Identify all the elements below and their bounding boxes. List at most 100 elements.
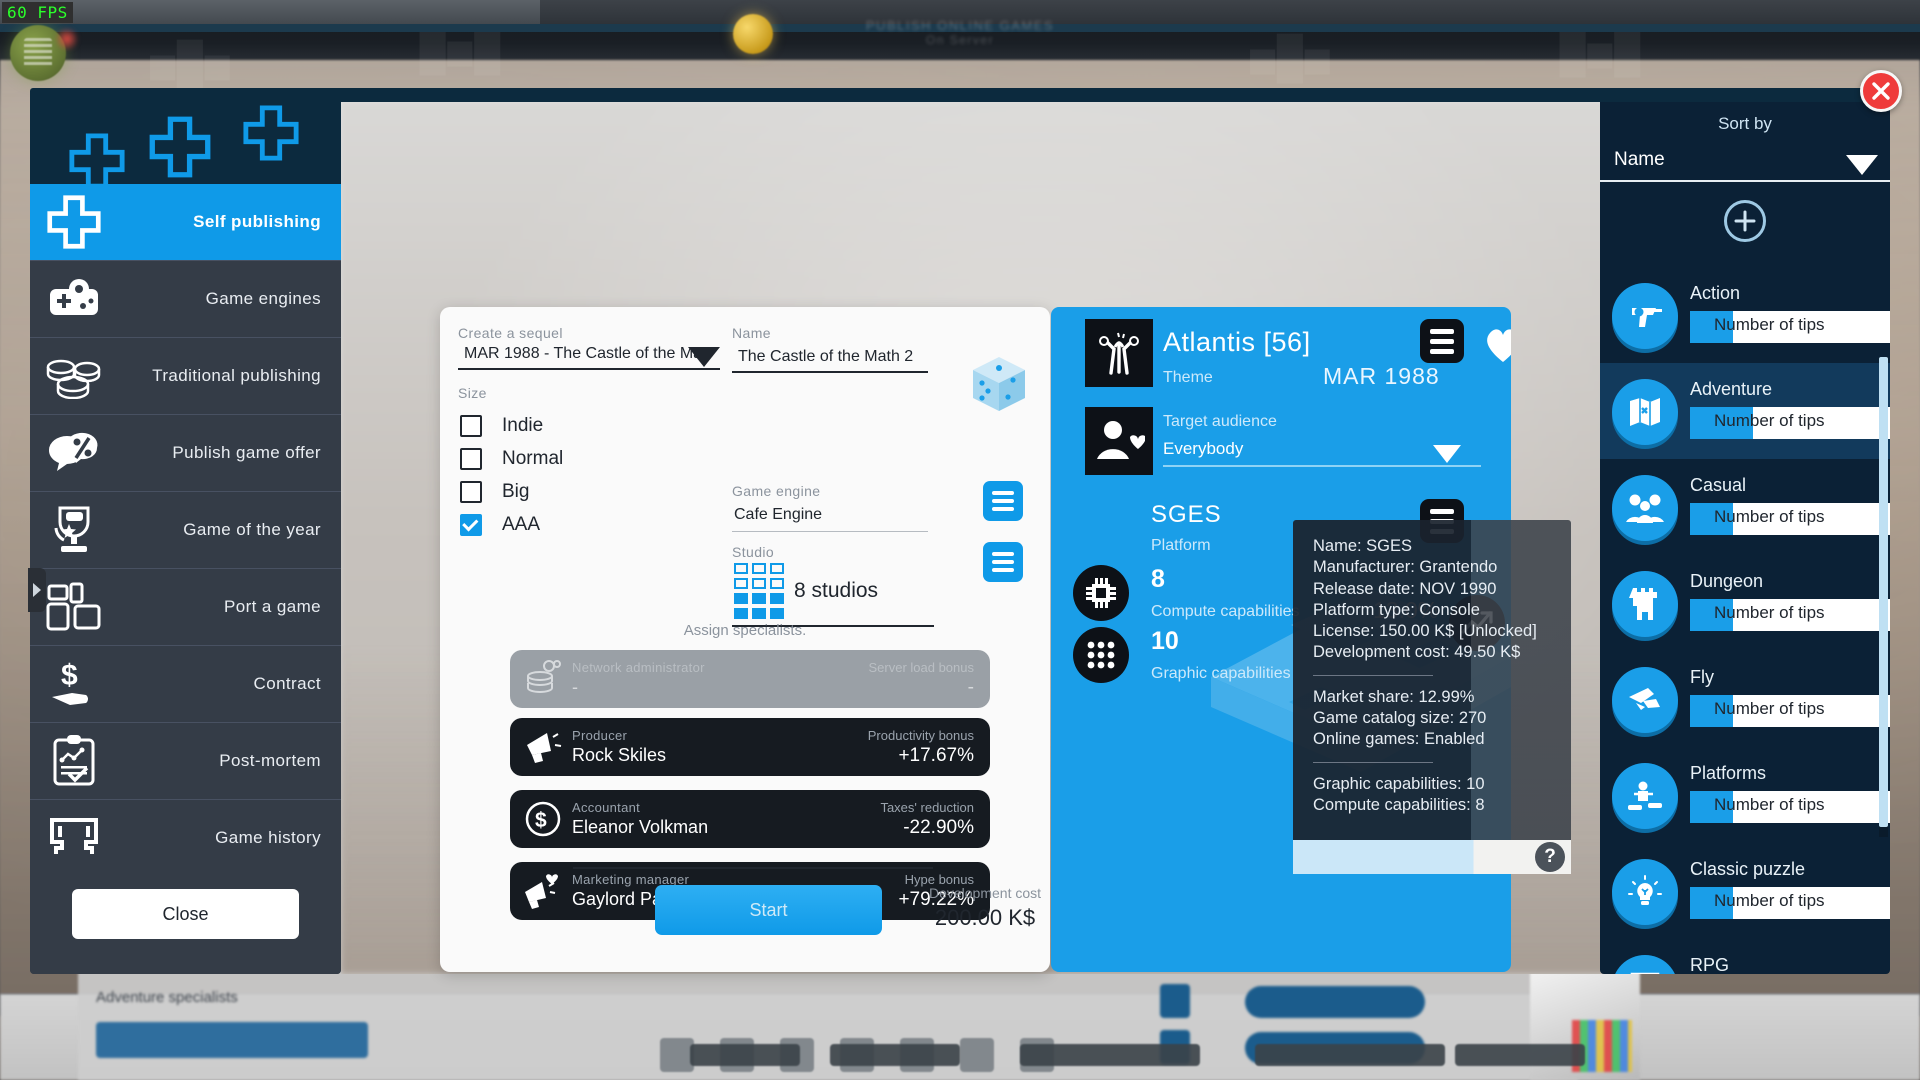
specialist-row-producer[interactable]: Producer Rock Skiles Productivity bonus … [510,718,990,776]
genre-row-action[interactable]: Action Number of tips [1600,267,1890,363]
genre-name: RPG [1690,955,1730,974]
genre-tips-bar[interactable]: Number of tips [1690,887,1890,919]
hud-icon [660,1038,694,1072]
sort-by-select[interactable]: Name [1600,143,1890,182]
sidebar-item-publish-game-offer[interactable]: Publish game offer [30,415,341,492]
favorite-heart-icon[interactable] [1483,325,1511,363]
sidebar-item-port-a-game[interactable]: Port a game [30,569,341,646]
size-option-aaa[interactable]: AAA [460,514,540,536]
hud-pill [830,1044,960,1066]
game-engine-value[interactable]: Cafe Engine [732,499,928,531]
genre-tips-bar[interactable]: Number of tips [1690,695,1890,727]
svg-text:$: $ [535,809,547,832]
genre-row-fly[interactable]: Fly Number of tips [1600,651,1890,747]
checkbox-indie[interactable] [460,415,482,437]
tooltip-line: License: 150.00 K$ [Unlocked] [1313,622,1537,641]
checkbox-aaa[interactable] [460,514,482,536]
chevron-down-icon[interactable] [1433,445,1461,463]
clipboard-icon [30,734,118,788]
specialist-info: Producer Rock Skiles [564,728,868,766]
genre-tips-bar[interactable]: Number of tips [1690,599,1890,631]
specialist-role: Producer [572,728,628,743]
hud-pill [1455,1044,1585,1066]
randomize-dice-button[interactable] [968,353,1030,415]
specialist-bonus: Productivity bonus +17.67% [868,728,974,767]
dpad-icon [69,133,125,184]
specialist-bonus-label: Productivity bonus [867,727,974,743]
studio-field[interactable]: Studio 8 studios [732,544,934,627]
development-cost-label: Development cost [928,885,1042,901]
specialist-name: Rock Skiles [572,745,667,765]
sequel-field[interactable]: Create a sequel MAR 1988 - The Castle of… [458,325,720,370]
sidebar-item-traditional-publishing[interactable]: Traditional publishing [30,338,341,415]
dpad-icon [243,105,299,161]
specialist-row-accountant[interactable]: $ Accountant Eleanor Volkman Taxes' redu… [510,790,990,848]
size-option-normal[interactable]: Normal [460,448,563,470]
menu-line [1430,338,1454,344]
tooltip-line: Name: SGES [1313,537,1413,555]
size-option-indie[interactable]: Indie [460,415,543,437]
genre-row-dungeon[interactable]: Dungeon Number of tips [1600,555,1890,651]
checkbox-big[interactable] [460,481,482,503]
specialist-info: Network administrator - [564,660,868,698]
hud-pill [690,1044,800,1066]
add-genre-button[interactable] [1724,200,1766,242]
sidebar-item-self-publishing[interactable]: Self publishing [30,184,341,261]
genre-tips-bar[interactable]: Number of tips [1690,791,1890,823]
close-modal-button[interactable] [1860,70,1902,112]
specialist-row-network-administrator[interactable]: Network administrator - Server load bonu… [510,650,990,708]
name-input[interactable]: The Castle of the Math 2 [732,341,928,371]
sidebar-item-contract[interactable]: $ Contract [30,646,341,723]
tooltip-divider [1313,674,1433,676]
size-option-big[interactable]: Big [460,481,529,503]
genre-tips-bar[interactable]: Number of tips [1690,407,1890,439]
theme-menu-button[interactable] [1420,319,1464,363]
tips-label: Number of tips [1714,315,1825,334]
collapse-panel-tab[interactable] [28,568,46,612]
close-row: Close [30,854,341,974]
tower-icon [1612,571,1678,637]
tips-label: Number of tips [1714,603,1825,622]
genre-row-rpg[interactable]: RPG Number of tips [1600,939,1890,974]
lightbulb-icon [1612,859,1678,925]
genre-row-classic-puzzle[interactable]: Classic puzzle Number of tips [1600,843,1890,939]
platform-tooltip: Name: SGES Manufacturer: Grantendo Relea… [1293,520,1571,868]
invader-decoration: █■█ [1560,28,1642,77]
menu-line [992,491,1014,495]
chevron-down-icon[interactable] [1846,155,1878,175]
studio-row[interactable]: 8 studios [732,560,934,625]
sidebar-item-game-of-the-year[interactable]: Game of the year [30,492,341,569]
plane-icon [1612,667,1678,733]
menu-line [992,560,1014,564]
genre-tips-bar[interactable]: Number of tips [1690,311,1890,343]
sidebar-item-label: Traditional publishing [152,366,321,385]
studio-select-button[interactable] [983,542,1023,582]
game-engine-select-button[interactable] [983,481,1023,521]
genre-row-casual[interactable]: Casual Number of tips [1600,459,1890,555]
sidebar-item-post-mortem[interactable]: Post-mortem [30,723,341,800]
dollar-coin-icon: $ [522,798,564,840]
background-banner-sub: On Server [925,33,995,47]
tooltip-line: Development cost: 49.50 K$ [1313,643,1521,662]
sidebar-item-label: Game history [215,828,321,847]
close-button[interactable]: Close [72,889,299,939]
sidebar-item-game-engines[interactable]: Game engines [30,261,341,338]
genre-row-adventure[interactable]: Adventure Number of tips [1600,363,1890,459]
tips-label: Number of tips [1714,411,1825,430]
server-gear-icon [522,658,564,700]
megaphone-heart-icon [522,870,564,912]
genre-scrollbar-thumb[interactable] [1879,357,1888,827]
genre-row-platforms[interactable]: Platforms Number of tips [1600,747,1890,843]
tooltip-line: Release date: NOV 1990 [1313,579,1497,598]
genre-tips-bar[interactable]: Number of tips [1690,503,1890,535]
start-button[interactable]: Start [655,885,882,935]
sidebar-item-label: Publish game offer [172,443,321,462]
chevron-down-icon[interactable] [688,347,720,367]
hud-pill [1255,1044,1445,1066]
tooltip-line: Compute capabilities: 8 [1313,795,1485,814]
checkbox-normal[interactable] [460,448,482,470]
game-engine-field[interactable]: Game engine Cafe Engine [732,483,928,532]
sequel-value[interactable]: MAR 1988 - The Castle of the Ma [458,341,720,368]
help-button[interactable]: ? [1535,842,1565,872]
name-field[interactable]: Name The Castle of the Math 2 [732,325,928,373]
